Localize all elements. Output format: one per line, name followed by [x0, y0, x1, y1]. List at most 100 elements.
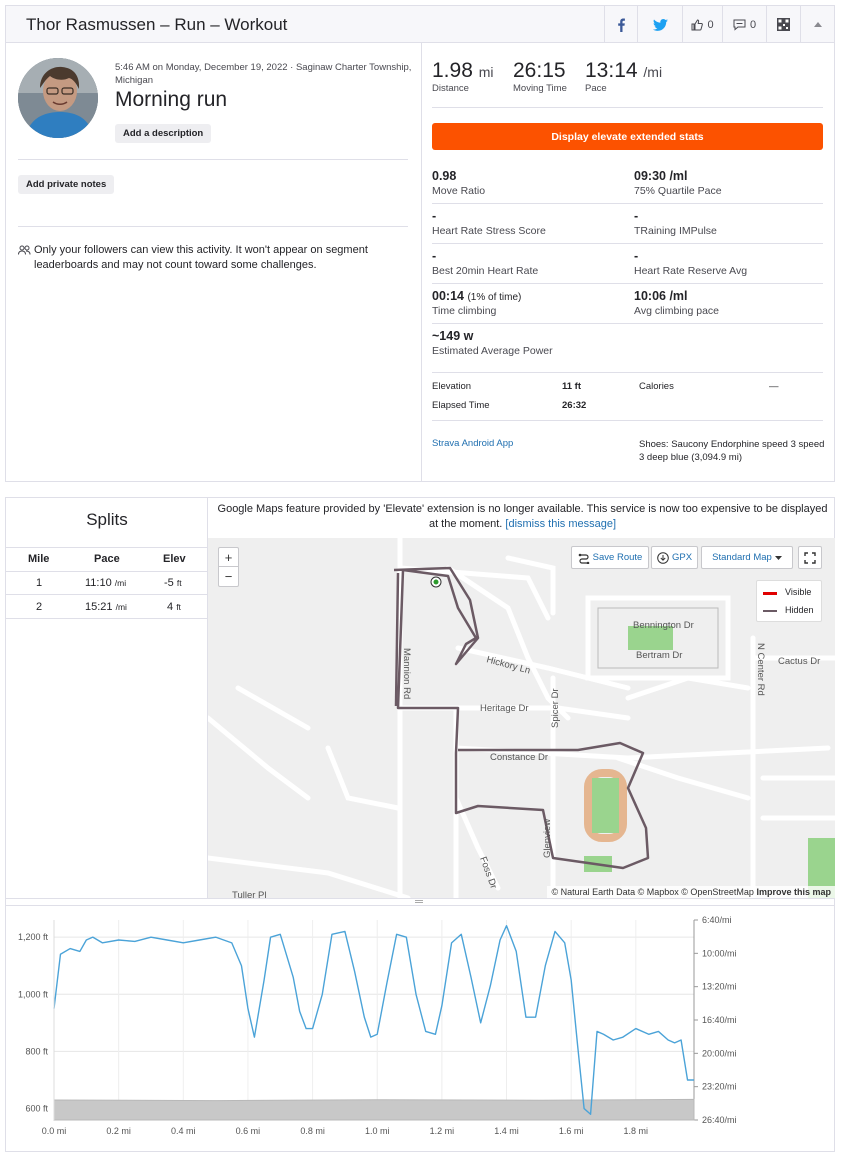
- quartile-pace-label: 75% Quartile Pace: [634, 185, 722, 197]
- pace-stat: 13:14 /mi Pace: [585, 59, 662, 94]
- split-row[interactable]: 1 11:10 /mi -5 ft: [6, 572, 208, 595]
- divider: [18, 159, 408, 160]
- quartile-pace-value: 09:30 /ml: [634, 169, 688, 183]
- trimp-value: -: [634, 209, 639, 223]
- add-description-button[interactable]: Add a description: [115, 124, 212, 143]
- hrss-value: -: [432, 209, 437, 223]
- facebook-icon: [618, 18, 625, 32]
- facebook-share-button[interactable]: [604, 6, 637, 43]
- hr-reserve-value: -: [634, 249, 639, 263]
- distance-label: Distance: [432, 83, 469, 94]
- kudos-button[interactable]: 0: [682, 6, 722, 43]
- add-private-notes-button[interactable]: Add private notes: [18, 175, 115, 194]
- y-right-tick-label: 23:20/mi: [702, 1082, 737, 1092]
- fullscreen-button[interactable]: [798, 546, 822, 569]
- street-label: Glenview: [542, 819, 553, 858]
- gpx-button[interactable]: GPX: [651, 546, 698, 569]
- elevation-pace-chart[interactable]: 1,200 ft 1,000 ft 800 ft 600 ft 0.0 mi 0.2 mi…: [6, 912, 834, 1152]
- device-link[interactable]: Strava Android App: [432, 438, 513, 449]
- split-pace: 11:10: [85, 577, 112, 589]
- y-right-tick-label: 20:00/mi: [702, 1048, 737, 1058]
- street-label: Cactus Dr: [778, 656, 820, 667]
- split-elev: 4: [167, 601, 174, 613]
- activity-meta: 5:46 AM on Monday, December 19, 2022 · S…: [115, 62, 412, 86]
- page-title: Thor Rasmussen – Run – Workout: [26, 15, 288, 34]
- street-label: Constance Dr: [490, 752, 548, 763]
- x-tick-label: 1.4 mi: [494, 1126, 519, 1136]
- caret-down-icon: [774, 555, 782, 560]
- save-route-button[interactable]: Save Route: [571, 546, 649, 569]
- time-climbing-value: 00:14: [432, 289, 464, 303]
- splits-header-elev: Elev: [163, 553, 186, 565]
- moving-time-value: 26:15: [513, 59, 566, 82]
- pace-value: 13:14: [585, 59, 638, 82]
- move-ratio-label: Move Ratio: [432, 185, 486, 197]
- splits-panel: Splits Mile Pace Elev 1 11:10 /mi -5 ft …: [6, 498, 208, 898]
- hrss-label: Heart Rate Stress Score: [432, 225, 546, 237]
- splits-header-pace: Pace: [94, 553, 120, 565]
- dismiss-link[interactable]: [dismiss this message]: [505, 518, 616, 530]
- legend-visible: Visible: [785, 587, 812, 597]
- splits-map-card: Splits Mile Pace Elev 1 11:10 /mi -5 ft …: [5, 497, 835, 1152]
- qr-code-button[interactable]: [766, 6, 800, 43]
- save-route-label: Save Route: [592, 552, 643, 563]
- street-label: Tuller Pl: [232, 890, 267, 898]
- splits-title: Splits: [86, 510, 128, 529]
- split-pace-unit: /mi: [115, 602, 127, 612]
- map-type-select[interactable]: Standard Map: [701, 546, 793, 569]
- improve-map-link[interactable]: Improve this map: [756, 887, 831, 897]
- stats-row: 00:14 (1% of time) Time climbing 10:06 /…: [432, 284, 823, 324]
- map-type-label: Standard Map: [712, 552, 772, 563]
- power-value: ~149 w: [432, 329, 474, 343]
- time-climbing-extra: (1% of time): [467, 292, 522, 303]
- resize-handle[interactable]: [6, 898, 834, 906]
- activity-card: Thor Rasmussen – Run – Workout 0 0 5:46 …: [5, 5, 835, 482]
- move-ratio-value: 0.98: [432, 169, 457, 183]
- twitter-share-button[interactable]: [637, 6, 682, 43]
- stats-row: 0.98 Move Ratio 09:30 /ml 75% Quartile P…: [432, 164, 823, 204]
- y-right-tick-label: 26:40/mi: [702, 1115, 737, 1125]
- divider: [18, 226, 408, 227]
- split-mile: 2: [36, 601, 43, 613]
- y-left-tick-label: 600 ft: [25, 1104, 48, 1114]
- athlete-avatar[interactable]: [18, 58, 98, 138]
- split-row[interactable]: 2 15:21 /mi 4 ft: [6, 596, 208, 619]
- x-tick-label: 0.4 mi: [171, 1126, 196, 1136]
- map-attribution: © Natural Earth Data © Mapbox © OpenStre…: [547, 886, 835, 898]
- split-elev: -5: [164, 577, 174, 589]
- avatar-photo: [18, 58, 98, 138]
- pace-unit: /mi: [643, 64, 663, 80]
- x-tick-label: 0.6 mi: [236, 1126, 261, 1136]
- climbing-pace-label: Avg climbing pace: [634, 305, 720, 317]
- map-canvas: Bennington Dr Bertram Dr Hickory Ln Heri…: [208, 538, 835, 898]
- y-right-tick-label: 6:40/mi: [702, 915, 732, 925]
- street-label: Bennington Dr: [633, 620, 694, 631]
- y-right-tick-label: 13:20/mi: [702, 982, 737, 992]
- best-20min-hr-label: Best 20min Heart Rate: [432, 265, 539, 277]
- y-left-tick-label: 1,000 ft: [18, 989, 49, 999]
- x-tick-label: 1.6 mi: [559, 1126, 584, 1136]
- divider: [432, 107, 823, 108]
- zoom-in-button[interactable]: +: [218, 547, 239, 567]
- moving-time-label: Moving Time: [513, 83, 567, 94]
- y-right-tick-label: 16:40/mi: [702, 1015, 737, 1025]
- plot-area: [54, 920, 694, 1120]
- download-icon: [657, 551, 669, 564]
- zoom-out-button[interactable]: −: [218, 567, 239, 587]
- route-map[interactable]: Bennington Dr Bertram Dr Hickory Ln Heri…: [208, 538, 835, 898]
- kudos-count: 0: [707, 18, 714, 31]
- elevation-value: 11 ft: [562, 381, 582, 392]
- qr-code-icon: [777, 18, 790, 31]
- street-label: Mannion Rd: [401, 648, 412, 699]
- shoes-info: Shoes: Saucony Endorphine speed 3 speed …: [639, 439, 825, 463]
- calories-label: Calories: [639, 381, 674, 392]
- gpx-label: GPX: [671, 552, 693, 563]
- comments-button[interactable]: 0: [722, 6, 766, 43]
- split-mile: 1: [36, 577, 43, 589]
- split-pace: 15:21: [85, 601, 113, 613]
- collapse-button[interactable]: [800, 6, 834, 43]
- y-left-tick-label: 800 ft: [25, 1046, 48, 1056]
- x-tick-label: 0.8 mi: [300, 1126, 325, 1136]
- elevate-extended-stats-button[interactable]: Display elevate extended stats: [432, 123, 823, 150]
- x-tick-label: 0.0 mi: [42, 1126, 67, 1136]
